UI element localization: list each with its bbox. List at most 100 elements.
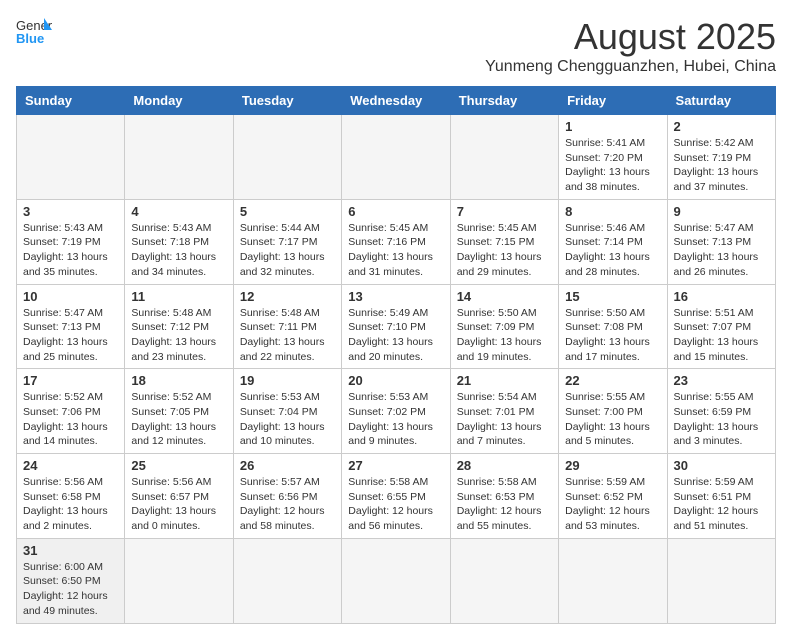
weekday-header-friday: Friday: [559, 87, 667, 115]
weekday-header-tuesday: Tuesday: [233, 87, 341, 115]
day-info: Sunrise: 5:57 AM Sunset: 6:56 PM Dayligh…: [240, 475, 335, 534]
calendar-cell: 12 Sunrise: 5:48 AM Sunset: 7:11 PM Dayli…: [233, 284, 341, 369]
calendar-cell: [125, 538, 233, 623]
day-info: Sunrise: 5:49 AM Sunset: 7:10 PM Dayligh…: [348, 306, 443, 365]
calendar-cell: 20Sunrise: 5:53 AM Sunset: 7:02 PM Dayli…: [342, 369, 450, 454]
day-number: 10: [23, 289, 118, 304]
day-info: Sunrise: 5:59 AM Sunset: 6:52 PM Dayligh…: [565, 475, 660, 534]
calendar-week-row: 3 Sunrise: 5:43 AM Sunset: 7:19 PM Daylig…: [17, 199, 776, 284]
calendar-cell: [233, 115, 341, 200]
calendar-cell: 17 Sunrise: 5:52 AM Sunset: 7:06 PM Dayli…: [17, 369, 125, 454]
day-info: Sunrise: 5:41 AM Sunset: 7:20 PM Dayligh…: [565, 136, 660, 195]
calendar-cell: 18Sunrise: 5:52 AM Sunset: 7:05 PM Dayli…: [125, 369, 233, 454]
calendar-cell: [667, 538, 775, 623]
day-number: 18: [131, 373, 226, 388]
day-info: Sunrise: 5:56 AM Sunset: 6:58 PM Dayligh…: [23, 475, 118, 534]
calendar-cell: 13 Sunrise: 5:49 AM Sunset: 7:10 PM Dayli…: [342, 284, 450, 369]
calendar-cell: 27 Sunrise: 5:58 AM Sunset: 6:55 PM Dayli…: [342, 454, 450, 539]
day-number: 7: [457, 204, 552, 219]
day-number: 13: [348, 289, 443, 304]
day-info: Sunrise: 5:45 AM Sunset: 7:16 PM Dayligh…: [348, 221, 443, 280]
day-number: 17: [23, 373, 118, 388]
day-number: 26: [240, 458, 335, 473]
day-info: Sunrise: 5:51 AM Sunset: 7:07 PM Dayligh…: [674, 306, 769, 365]
calendar-cell: 16 Sunrise: 5:51 AM Sunset: 7:07 PM Dayli…: [667, 284, 775, 369]
day-number: 2: [674, 119, 769, 134]
day-number: 3: [23, 204, 118, 219]
logo: General Blue: [16, 16, 52, 46]
day-info: Sunrise: 5:58 AM Sunset: 6:55 PM Dayligh…: [348, 475, 443, 534]
svg-text:Blue: Blue: [16, 31, 44, 46]
day-info: Sunrise: 5:45 AM Sunset: 7:15 PM Dayligh…: [457, 221, 552, 280]
logo-icon: General Blue: [16, 16, 52, 46]
day-number: 6: [348, 204, 443, 219]
day-info: Sunrise: 5:59 AM Sunset: 6:51 PM Dayligh…: [674, 475, 769, 534]
page-header: General Blue August 2025 Yunmeng Chenggu…: [16, 16, 776, 76]
day-info: Sunrise: 5:55 AM Sunset: 6:59 PM Dayligh…: [674, 390, 769, 449]
day-info: Sunrise: 5:43 AM Sunset: 7:18 PM Dayligh…: [131, 221, 226, 280]
calendar-cell: 28Sunrise: 5:58 AM Sunset: 6:53 PM Dayli…: [450, 454, 558, 539]
day-info: Sunrise: 5:42 AM Sunset: 7:19 PM Dayligh…: [674, 136, 769, 195]
day-info: Sunrise: 5:50 AM Sunset: 7:09 PM Dayligh…: [457, 306, 552, 365]
day-number: 15: [565, 289, 660, 304]
calendar-cell: 23Sunrise: 5:55 AM Sunset: 6:59 PM Dayli…: [667, 369, 775, 454]
calendar-cell: 3 Sunrise: 5:43 AM Sunset: 7:19 PM Daylig…: [17, 199, 125, 284]
weekday-header-row: SundayMondayTuesdayWednesdayThursdayFrid…: [17, 87, 776, 115]
calendar-subtitle: Yunmeng Chengguanzhen, Hubei, China: [485, 58, 776, 76]
day-number: 5: [240, 204, 335, 219]
calendar-cell: [233, 538, 341, 623]
day-number: 22: [565, 373, 660, 388]
calendar-week-row: 24 Sunrise: 5:56 AM Sunset: 6:58 PM Dayli…: [17, 454, 776, 539]
calendar-week-row: 17 Sunrise: 5:52 AM Sunset: 7:06 PM Dayli…: [17, 369, 776, 454]
day-number: 4: [131, 204, 226, 219]
day-number: 14: [457, 289, 552, 304]
day-number: 9: [674, 204, 769, 219]
day-info: Sunrise: 5:53 AM Sunset: 7:04 PM Dayligh…: [240, 390, 335, 449]
day-info: Sunrise: 5:54 AM Sunset: 7:01 PM Dayligh…: [457, 390, 552, 449]
calendar-cell: [450, 115, 558, 200]
calendar-week-row: 31Sunrise: 6:00 AM Sunset: 6:50 PM Dayli…: [17, 538, 776, 623]
calendar-cell: [559, 538, 667, 623]
day-info: Sunrise: 5:53 AM Sunset: 7:02 PM Dayligh…: [348, 390, 443, 449]
calendar-cell: [125, 115, 233, 200]
day-number: 16: [674, 289, 769, 304]
day-info: Sunrise: 5:47 AM Sunset: 7:13 PM Dayligh…: [23, 306, 118, 365]
day-number: 31: [23, 543, 118, 558]
day-number: 12: [240, 289, 335, 304]
calendar-cell: 15Sunrise: 5:50 AM Sunset: 7:08 PM Dayli…: [559, 284, 667, 369]
day-number: 11: [131, 289, 226, 304]
calendar-cell: 31Sunrise: 6:00 AM Sunset: 6:50 PM Dayli…: [17, 538, 125, 623]
weekday-header-saturday: Saturday: [667, 87, 775, 115]
weekday-header-sunday: Sunday: [17, 87, 125, 115]
day-number: 29: [565, 458, 660, 473]
calendar-title-area: August 2025 Yunmeng Chengguanzhen, Hubei…: [485, 16, 776, 76]
calendar-week-row: 10 Sunrise: 5:47 AM Sunset: 7:13 PM Dayli…: [17, 284, 776, 369]
calendar-cell: 19 Sunrise: 5:53 AM Sunset: 7:04 PM Dayli…: [233, 369, 341, 454]
day-info: Sunrise: 5:43 AM Sunset: 7:19 PM Dayligh…: [23, 221, 118, 280]
calendar-cell: 4 Sunrise: 5:43 AM Sunset: 7:18 PM Daylig…: [125, 199, 233, 284]
weekday-header-wednesday: Wednesday: [342, 87, 450, 115]
calendar-cell: 11Sunrise: 5:48 AM Sunset: 7:12 PM Dayli…: [125, 284, 233, 369]
day-info: Sunrise: 5:48 AM Sunset: 7:11 PM Dayligh…: [240, 306, 335, 365]
calendar-cell: 5 Sunrise: 5:44 AM Sunset: 7:17 PM Daylig…: [233, 199, 341, 284]
day-number: 27: [348, 458, 443, 473]
calendar-week-row: 1 Sunrise: 5:41 AM Sunset: 7:20 PM Daylig…: [17, 115, 776, 200]
calendar-cell: 7 Sunrise: 5:45 AM Sunset: 7:15 PM Daylig…: [450, 199, 558, 284]
day-info: Sunrise: 5:47 AM Sunset: 7:13 PM Dayligh…: [674, 221, 769, 280]
calendar-cell: 1 Sunrise: 5:41 AM Sunset: 7:20 PM Daylig…: [559, 115, 667, 200]
day-info: Sunrise: 5:56 AM Sunset: 6:57 PM Dayligh…: [131, 475, 226, 534]
calendar-cell: 14 Sunrise: 5:50 AM Sunset: 7:09 PM Dayli…: [450, 284, 558, 369]
calendar-cell: 10 Sunrise: 5:47 AM Sunset: 7:13 PM Dayli…: [17, 284, 125, 369]
day-number: 1: [565, 119, 660, 134]
day-info: Sunrise: 5:52 AM Sunset: 7:06 PM Dayligh…: [23, 390, 118, 449]
day-info: Sunrise: 5:44 AM Sunset: 7:17 PM Dayligh…: [240, 221, 335, 280]
calendar-cell: 6 Sunrise: 5:45 AM Sunset: 7:16 PM Daylig…: [342, 199, 450, 284]
day-number: 8: [565, 204, 660, 219]
weekday-header-monday: Monday: [125, 87, 233, 115]
calendar-cell: 21Sunrise: 5:54 AM Sunset: 7:01 PM Dayli…: [450, 369, 558, 454]
calendar-title: August 2025: [485, 16, 776, 58]
calendar-cell: [342, 115, 450, 200]
calendar-cell: 22Sunrise: 5:55 AM Sunset: 7:00 PM Dayli…: [559, 369, 667, 454]
day-number: 19: [240, 373, 335, 388]
day-number: 24: [23, 458, 118, 473]
